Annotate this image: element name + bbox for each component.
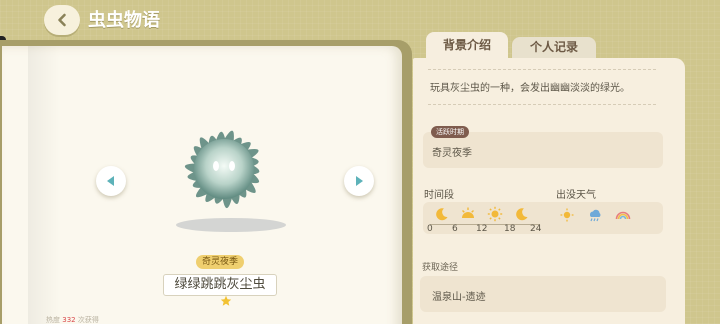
footer-left-label: 热度 xyxy=(46,316,60,324)
moon-icon xyxy=(516,208,528,221)
time-tick: 12 xyxy=(476,224,488,234)
next-creature-button[interactable] xyxy=(344,166,374,196)
acquisition-title: 获取途径 xyxy=(422,263,459,273)
divider-top xyxy=(428,69,656,70)
tab-background[interactable]: 背景介绍 xyxy=(426,32,508,60)
back-arrow-icon xyxy=(58,13,66,27)
rain-icon xyxy=(589,209,601,222)
active-period-value: 奇灵夜季 xyxy=(432,148,472,159)
page-title: 虫虫物语 xyxy=(88,10,160,31)
time-tick: 18 xyxy=(504,224,516,234)
acquisition-value: 温泉山-遗迹 xyxy=(432,292,486,303)
moon-icon xyxy=(436,208,448,221)
star-icon xyxy=(220,295,232,306)
time-period-title: 时间段 xyxy=(424,190,454,201)
active-period-label: 活跃时期 xyxy=(431,126,469,138)
weather-title: 出没天气 xyxy=(556,190,596,201)
page-fold-shadow xyxy=(28,46,68,324)
fuzzy-dust-bug-icon xyxy=(184,130,260,209)
triangle-left-icon xyxy=(107,176,114,186)
divider xyxy=(428,104,656,105)
time-tick: 24 xyxy=(530,224,542,234)
sunny-icon xyxy=(560,208,574,222)
back-button[interactable] xyxy=(44,5,80,35)
tab-personal-record[interactable]: 个人记录 xyxy=(512,37,596,60)
footer-stats: 热度 332 次获得 xyxy=(46,315,99,324)
season-badge: 奇灵夜季 xyxy=(196,255,244,269)
footer-right-label: 次获得 xyxy=(77,316,99,324)
time-tick: 0 xyxy=(427,224,433,234)
triangle-right-icon xyxy=(356,176,363,186)
description-text: 玩具灰尘虫的一种，会发出幽幽淡淡的绿光。 xyxy=(430,83,630,94)
previous-creature-button[interactable] xyxy=(96,166,126,196)
rainbow-icon xyxy=(615,211,631,220)
footer-count: 332 xyxy=(62,316,76,324)
time-tick: 6 xyxy=(452,224,458,234)
creature-name: 绿绿跳跳灰尘虫 xyxy=(163,274,277,296)
sun-icon xyxy=(487,206,503,222)
sun-icon xyxy=(462,207,474,218)
